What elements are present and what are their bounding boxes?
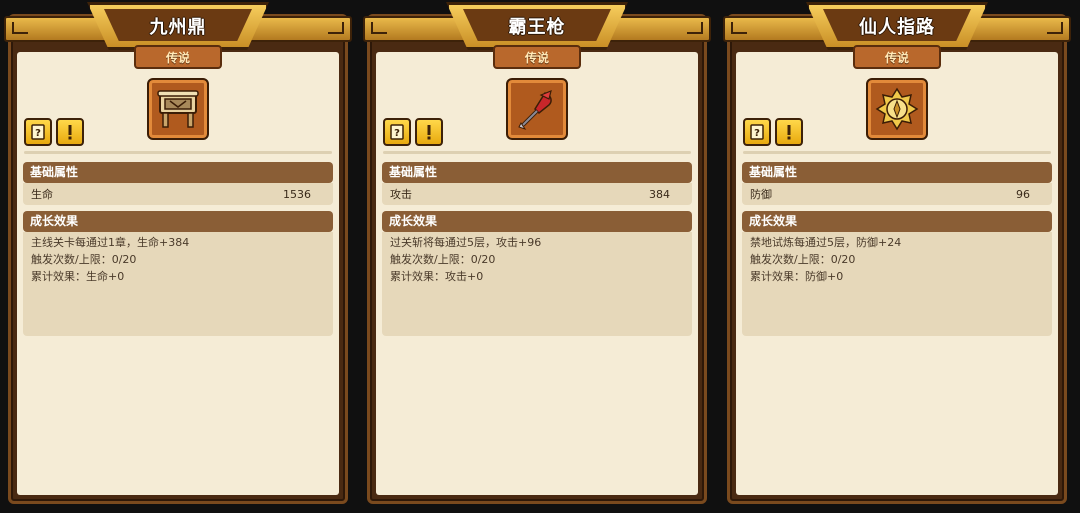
rarity-badge: 传说 (493, 45, 581, 69)
growth-line: 累计效果：防御+0 (750, 270, 844, 283)
card-title: 九州鼎 (149, 17, 207, 38)
base-attr-header: 基础属性 (382, 162, 692, 183)
growth-line: 过关斩将每通过5层，攻击+96 (390, 236, 542, 249)
rarity-label: 传说 (884, 50, 909, 65)
base-attr-row: 防御 96 (742, 183, 1052, 205)
divider (24, 151, 332, 154)
growth-box: 主线关卡每通过1章，生命+384 触发次数/上限：0/20 累计效果：生命+0 (23, 232, 333, 336)
title-plate: 仙人指路 (806, 2, 988, 50)
rarity-label: 传说 (165, 50, 190, 65)
rarity-badge: 传说 (134, 45, 222, 69)
svg-text:?: ? (394, 128, 400, 139)
growth-line: 禁地试炼每通过5层，防御+24 (750, 236, 902, 249)
title-plate: 九州鼎 (87, 2, 269, 50)
card-title: 霸王枪 (508, 17, 566, 38)
book-icon-button[interactable]: ? (383, 118, 411, 146)
growth-line: 触发次数/上限：0/20 (390, 253, 496, 266)
growth-line: 累计效果：生命+0 (31, 270, 125, 283)
relic-card-2: 霸王枪 传说 ? 基础属性 攻击 384 成长效果 过关斩将每通过5层，攻击+9… (363, 2, 711, 504)
growth-line: 累计效果：攻击+0 (390, 270, 484, 283)
compass-icon[interactable] (866, 78, 928, 140)
attr-value: 96 (1016, 187, 1030, 201)
base-attr-header: 基础属性 (23, 162, 333, 183)
svg-text:?: ? (35, 128, 41, 139)
cauldron-icon[interactable] (147, 78, 209, 140)
info-icon-button[interactable] (775, 118, 803, 146)
info-icon-button[interactable] (56, 118, 84, 146)
base-attr-row: 攻击 384 (382, 183, 692, 205)
growth-line: 主线关卡每通过1章，生命+384 (31, 236, 190, 249)
attr-value: 384 (649, 187, 670, 201)
growth-header: 成长效果 (382, 211, 692, 232)
growth-box: 禁地试炼每通过5层，防御+24 触发次数/上限：0/20 累计效果：防御+0 (742, 232, 1052, 336)
growth-header: 成长效果 (742, 211, 1052, 232)
base-attr-row: 生命 1536 (23, 183, 333, 205)
base-attr-header: 基础属性 (742, 162, 1052, 183)
growth-line: 触发次数/上限：0/20 (31, 253, 137, 266)
title-plate: 霸王枪 (446, 2, 628, 50)
info-icon-button[interactable] (415, 118, 443, 146)
book-icon-button[interactable]: ? (24, 118, 52, 146)
relic-card-3: 仙人指路 传说 ? 基础属性 防御 96 成长效果 禁地试炼每通过5层，防御+2… (723, 2, 1071, 504)
book-icon-button[interactable]: ? (743, 118, 771, 146)
relic-card-1: 九州鼎 传说 ? 基础属性 生命 1536 成长效果 主线关卡每通过1章，生命+… (4, 2, 352, 504)
card-title: 仙人指路 (859, 17, 935, 38)
growth-box: 过关斩将每通过5层，攻击+96 触发次数/上限：0/20 累计效果：攻击+0 (382, 232, 692, 336)
rarity-label: 传说 (524, 50, 549, 65)
divider (743, 151, 1051, 154)
attr-name: 攻击 (390, 188, 412, 201)
attr-name: 生命 (31, 188, 53, 201)
spear-icon[interactable] (506, 78, 568, 140)
attr-value: 1536 (283, 187, 311, 201)
growth-header: 成长效果 (23, 211, 333, 232)
divider (383, 151, 691, 154)
growth-line: 触发次数/上限：0/20 (750, 253, 856, 266)
attr-name: 防御 (750, 188, 772, 201)
rarity-badge: 传说 (853, 45, 941, 69)
svg-text:?: ? (754, 128, 760, 139)
